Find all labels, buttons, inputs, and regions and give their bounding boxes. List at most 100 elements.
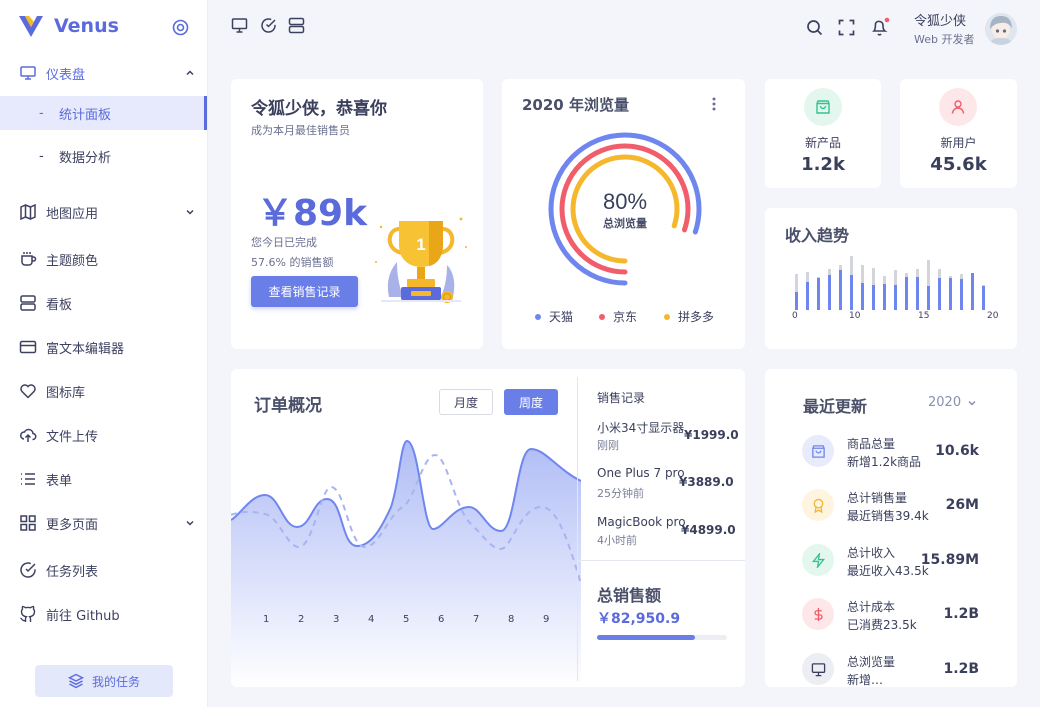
total-sales-value: ￥82,950.9 xyxy=(597,611,681,627)
orders-area-chart xyxy=(231,439,581,687)
total-sales-title: 总销售额 xyxy=(597,586,662,605)
sidebar-item-tasks[interactable]: 任务列表 xyxy=(0,552,207,588)
tab-week[interactable]: 周度 xyxy=(504,389,558,415)
logo[interactable]: Venus xyxy=(18,14,119,38)
sidebar-item-github[interactable]: 前往 Github xyxy=(0,596,207,632)
views-ring-chart: 80% 总浏览量 xyxy=(548,132,702,286)
dollar-icon xyxy=(813,607,823,621)
view-sales-record-button[interactable]: 查看销售记录 xyxy=(251,276,358,307)
search-icon[interactable] xyxy=(806,19,823,36)
views-title: 2020 年浏览量 xyxy=(522,96,629,114)
sidebar-subitem-analysis[interactable]: - 数据分析 xyxy=(0,139,207,173)
sale-item-price: ¥1999.0 xyxy=(684,428,739,442)
orders-x-tick: 4 xyxy=(368,614,375,625)
dash-bullet: - xyxy=(39,148,44,164)
collapse-sidebar-icon[interactable] xyxy=(172,19,189,36)
update-label: 总计销售量 xyxy=(847,491,908,505)
award-icon xyxy=(813,498,823,513)
completion-percent: 57.6% 的销售额 xyxy=(251,256,334,269)
sidebar-item-label: 表单 xyxy=(46,473,73,489)
recent-updates-card: 最近更新 2020 商品总量 新增1.2k商品 10.6k 总计销售量 最近销售… xyxy=(765,369,1017,687)
layers-icon xyxy=(67,673,84,689)
bell-icon[interactable] xyxy=(870,17,890,37)
update-label: 总浏览量 xyxy=(847,655,896,669)
sale-item-name: MagicBook pro xyxy=(597,515,686,529)
user-role: Web 开发者 xyxy=(914,33,975,46)
stat-label: 新用户 xyxy=(940,136,977,150)
update-label: 总计成本 xyxy=(847,600,896,614)
sale-item-time: 4小时前 xyxy=(597,534,637,547)
update-icon-circle xyxy=(802,598,834,630)
year-value: 2020 xyxy=(928,395,962,410)
total-sales-progress xyxy=(597,635,727,640)
sidebar-item-editor[interactable]: 富文本编辑器 xyxy=(0,329,207,365)
orders-title: 订单概况 xyxy=(254,396,322,416)
legend-label: 天猫 xyxy=(549,310,574,324)
update-value: 15.89M xyxy=(920,552,979,568)
update-label: 商品总量 xyxy=(847,437,896,451)
sidebar-item-label: 地图应用 xyxy=(46,206,99,222)
tab-month[interactable]: 月度 xyxy=(439,389,493,415)
legend-item-tmall: 天猫 xyxy=(535,308,573,325)
orders-x-tick: 3 xyxy=(333,614,340,625)
github-icon xyxy=(20,605,36,622)
legend-item-jd: 京东 xyxy=(599,308,637,325)
dash-bullet: - xyxy=(39,105,44,121)
server-icon[interactable] xyxy=(288,17,305,34)
sidebar-subitem-stats[interactable]: - 统计面板 xyxy=(0,96,207,130)
server-icon xyxy=(20,295,36,311)
sidebar: Venus 仪表盘 - 统计面板 - 数据分析 地图应用 主题颜色 看板 富文本… xyxy=(0,0,208,707)
my-tasks-button[interactable]: 我的任务 xyxy=(35,665,173,697)
brand-name: Venus xyxy=(54,15,119,37)
list-icon xyxy=(21,473,35,485)
legend-dot xyxy=(664,313,670,320)
orders-x-tick: 9 xyxy=(543,614,550,625)
year-select[interactable]: 2020 xyxy=(928,395,977,410)
zap-icon xyxy=(811,552,825,568)
avatar[interactable] xyxy=(985,13,1017,45)
map-icon xyxy=(20,203,36,221)
orders-x-tick: 6 xyxy=(438,614,445,625)
sidebar-subitem-label: 数据分析 xyxy=(59,150,112,166)
completion-text: 您今日已完成 xyxy=(251,236,317,249)
sidebar-subitem-label: 统计面板 xyxy=(59,107,112,123)
stat-label: 新产品 xyxy=(804,136,841,150)
sidebar-item-theme[interactable]: 主题颜色 xyxy=(0,241,207,277)
sidebar-item-label: 看板 xyxy=(46,297,73,313)
sidebar-item-icons[interactable]: 图标库 xyxy=(0,373,207,409)
check-circle-icon[interactable] xyxy=(260,17,277,34)
check-circle-icon xyxy=(20,562,36,578)
sidebar-item-kanban[interactable]: 看板 xyxy=(0,285,207,321)
update-label: 总计收入 xyxy=(847,546,896,560)
heart-icon xyxy=(20,384,36,399)
desktop-icon[interactable] xyxy=(231,17,248,34)
update-icon-circle xyxy=(802,544,834,576)
orders-x-tick: 5 xyxy=(403,614,410,625)
shopping-bag-icon xyxy=(811,444,825,458)
sidebar-item-more-pages[interactable]: 更多页面 xyxy=(0,505,207,541)
update-sub: 新增1.2k商品 xyxy=(847,455,922,469)
fullscreen-icon[interactable] xyxy=(838,19,855,36)
views-percent: 80% xyxy=(603,189,647,214)
update-value: 10.6k xyxy=(935,443,979,459)
sidebar-item-form[interactable]: 表单 xyxy=(0,461,207,497)
venus-logo-icon xyxy=(19,16,43,37)
sidebar-item-label: 文件上传 xyxy=(46,429,99,445)
orders-x-tick: 2 xyxy=(298,614,305,625)
more-vertical-icon[interactable] xyxy=(711,97,717,111)
user-name[interactable]: 令狐少侠 xyxy=(914,10,966,29)
credit-card-icon xyxy=(19,340,37,354)
income-bar-chart xyxy=(795,256,985,310)
update-sub: 新增… xyxy=(847,673,884,687)
sidebar-item-dashboard[interactable]: 仪表盘 xyxy=(0,55,207,91)
sidebar-item-map[interactable]: 地图应用 xyxy=(0,194,207,230)
shopping-bag-icon xyxy=(816,100,830,114)
sidebar-item-label: 主题颜色 xyxy=(46,253,99,269)
income-x-tick: 0 xyxy=(792,311,798,321)
update-sub: 最近收入43.5k xyxy=(847,564,929,578)
sales-amount: ￥89k xyxy=(257,193,368,234)
sidebar-item-label: 更多页面 xyxy=(46,517,99,533)
legend-dot xyxy=(535,313,541,320)
sidebar-item-upload[interactable]: 文件上传 xyxy=(0,417,207,453)
income-x-tick: 10 xyxy=(849,311,861,321)
